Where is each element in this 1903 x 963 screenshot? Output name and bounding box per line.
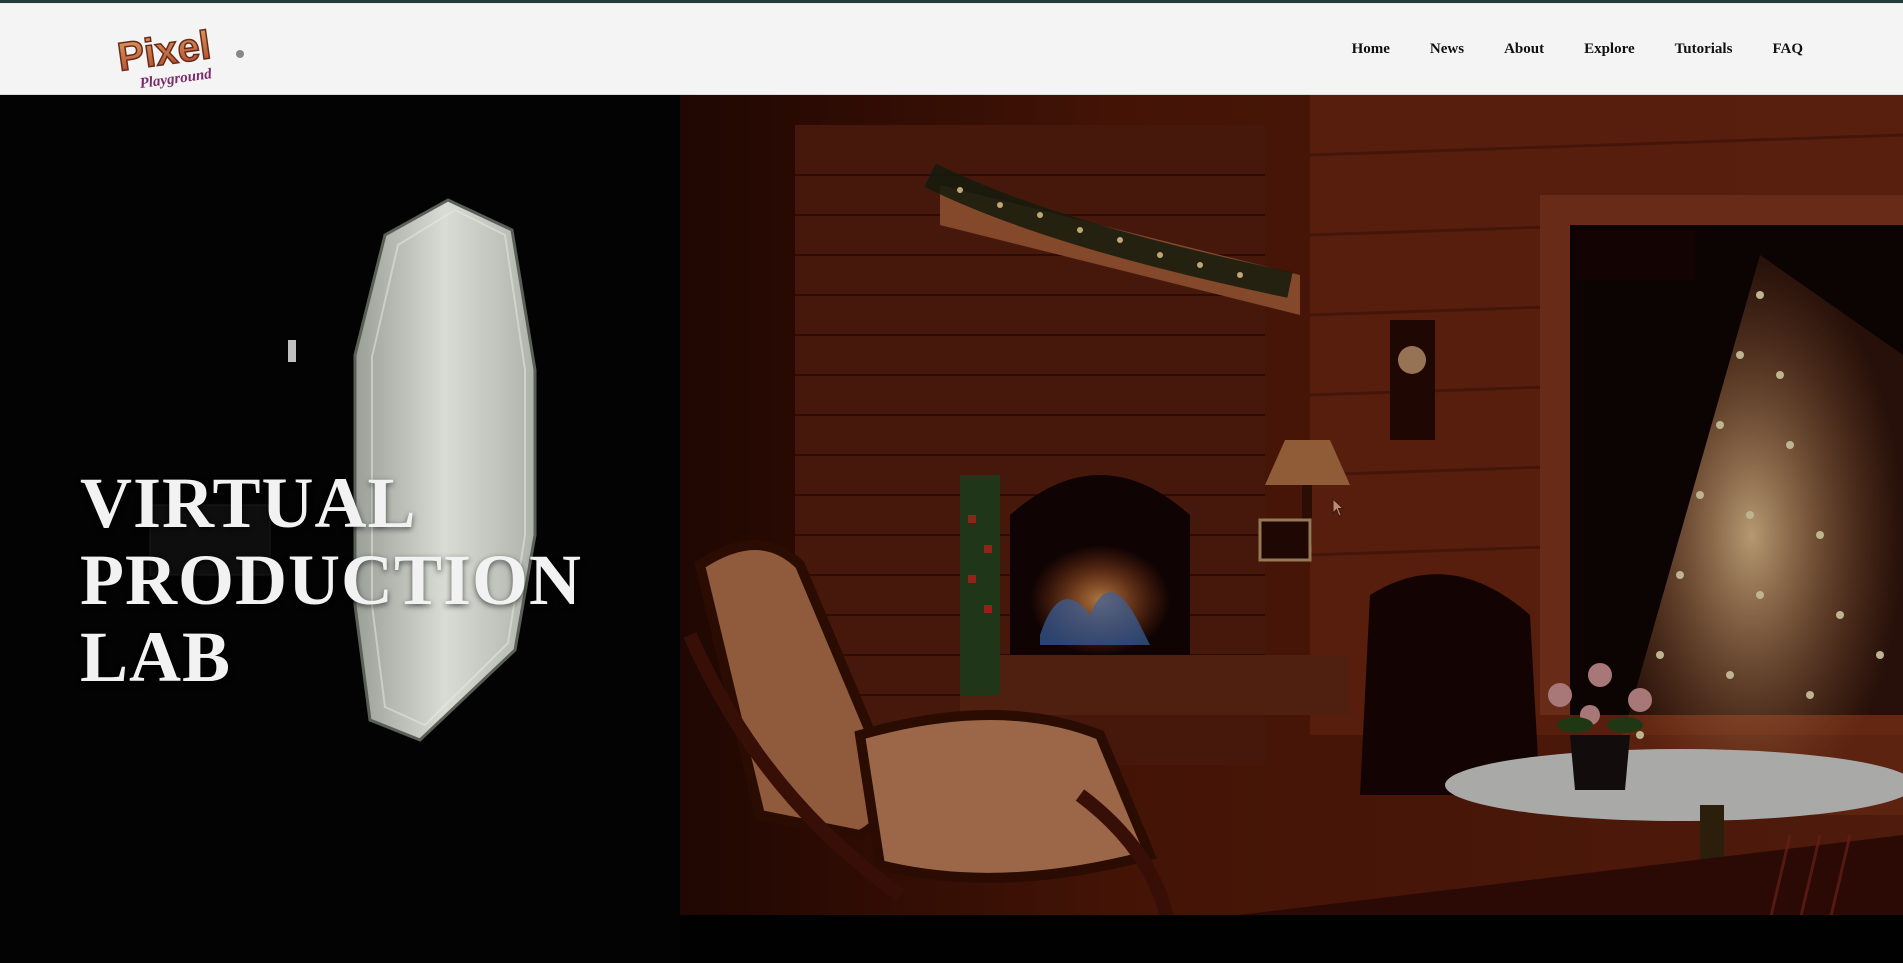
- hero-section: VIRTUAL PRODUCTION LAB: [0, 95, 1903, 963]
- nav-home[interactable]: Home: [1332, 4, 1410, 94]
- hero-title-line-1: VIRTUAL: [80, 463, 417, 544]
- nav-faq[interactable]: FAQ: [1752, 4, 1823, 94]
- hero-title: VIRTUAL PRODUCTION LAB: [80, 465, 582, 696]
- site-header: Pixel Playground Home News About Explore…: [0, 4, 1903, 95]
- nav-explore[interactable]: Explore: [1564, 4, 1655, 94]
- hero-title-line-3: LAB: [80, 617, 232, 698]
- nav-about[interactable]: About: [1484, 4, 1564, 94]
- pixel-playground-logo-icon: Pixel Playground: [114, 22, 244, 92]
- nav-tutorials[interactable]: Tutorials: [1655, 4, 1753, 94]
- nav-news[interactable]: News: [1410, 4, 1484, 94]
- mouse-cursor-icon: [1332, 498, 1345, 517]
- main-nav: Home News About Explore Tutorials FAQ: [1332, 4, 1823, 94]
- site-logo[interactable]: Pixel Playground: [112, 18, 252, 92]
- hero-title-line-2: PRODUCTION: [80, 540, 583, 621]
